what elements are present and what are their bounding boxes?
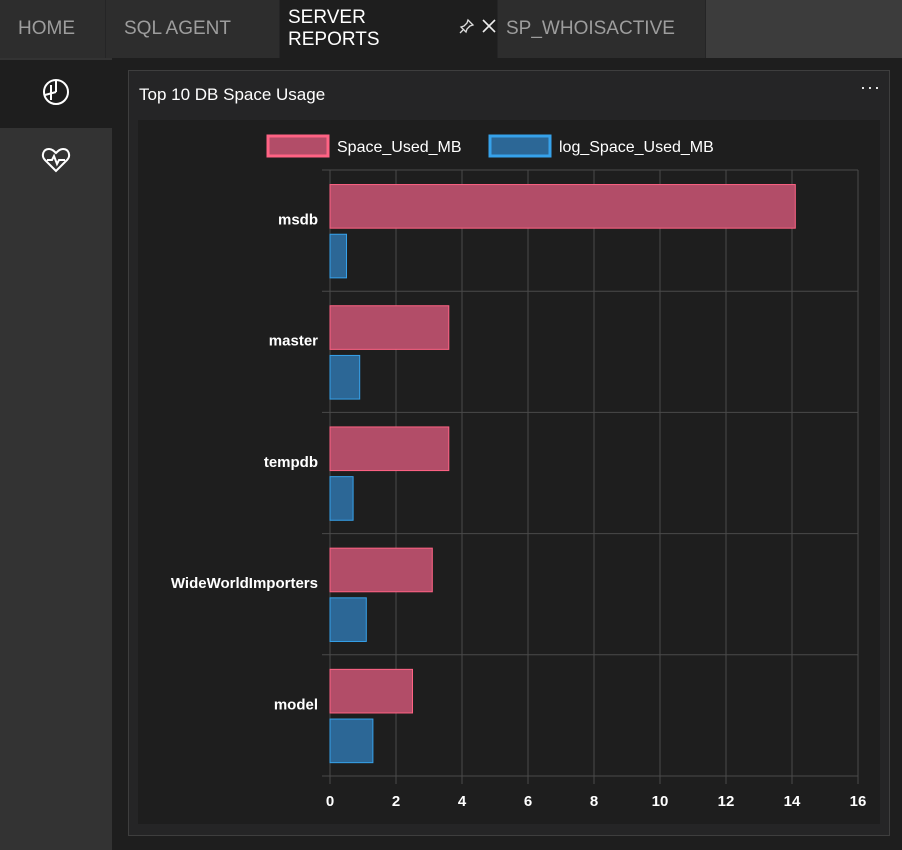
x-tick-label: 2 [392,793,400,810]
tab-label: SQL AGENT [124,18,231,39]
bar-space-used [329,184,796,229]
tab-sp-whoisactive[interactable]: SP_WHOISACTIVE [498,0,706,58]
sidebar [0,58,112,850]
pin-icon[interactable] [459,18,475,40]
legend-label-log-space-used: log_Space_Used_MB [559,139,714,156]
close-icon[interactable] [481,18,497,40]
y-category-label: msdb [278,212,318,229]
sidebar-item-health[interactable] [0,128,112,196]
x-tick-label: 6 [524,793,532,810]
bar-space-used [329,668,413,714]
chart-area: 0 2 4 6 8 10 12 14 16 msdb master tempdb WideWorldIm… [138,120,880,824]
tab-sql-agent[interactable]: SQL AGENT [106,0,280,58]
bar-log-space-used [329,476,354,521]
x-tick-label: 0 [326,793,334,810]
tab-home[interactable]: HOME [0,0,106,58]
y-category-label: model [274,696,318,713]
y-category-label: master [269,333,318,350]
bar-space-used [329,426,450,472]
sidebar-item-reports[interactable] [0,60,112,128]
bar-log-space-used [329,354,361,400]
x-tick-label: 10 [652,793,669,810]
x-tick-label: 16 [850,793,867,810]
y-category-label: WideWorldImporters [171,575,318,592]
pie-chart-icon [39,75,73,114]
legend-swatch-space-used [266,134,330,158]
bar-log-space-used [329,597,367,642]
y-category-label: tempdb [264,454,318,471]
legend-label-space-used: Space_Used_MB [337,139,462,156]
bar-space-used [329,547,433,593]
bar-log-space-used [329,233,347,279]
x-tick-label: 8 [590,793,598,810]
bar-space-used [329,305,450,350]
legend-swatch-log-space-used [488,134,552,158]
tab-label: SP_WHOISACTIVE [506,18,675,39]
panel-title: Top 10 DB Space Usage [139,85,326,104]
tab-bar: HOME SQL AGENT SERVER REPORTS SP_WHOISAC… [0,0,902,58]
tab-label: HOME [18,18,75,39]
tab-server-reports[interactable]: SERVER REPORTS [280,0,498,58]
x-tick-label: 4 [458,793,467,810]
bar-chart: 0 2 4 6 8 10 12 14 16 msdb master tempdb WideWorldIm… [171,134,867,810]
x-tick-label: 12 [718,793,735,810]
more-options-icon[interactable]: ··· [860,77,881,98]
bar-log-space-used [329,718,374,764]
heart-pulse-icon [39,143,73,182]
x-tick-label: 14 [784,793,801,810]
tab-label: SERVER REPORTS [288,7,380,50]
